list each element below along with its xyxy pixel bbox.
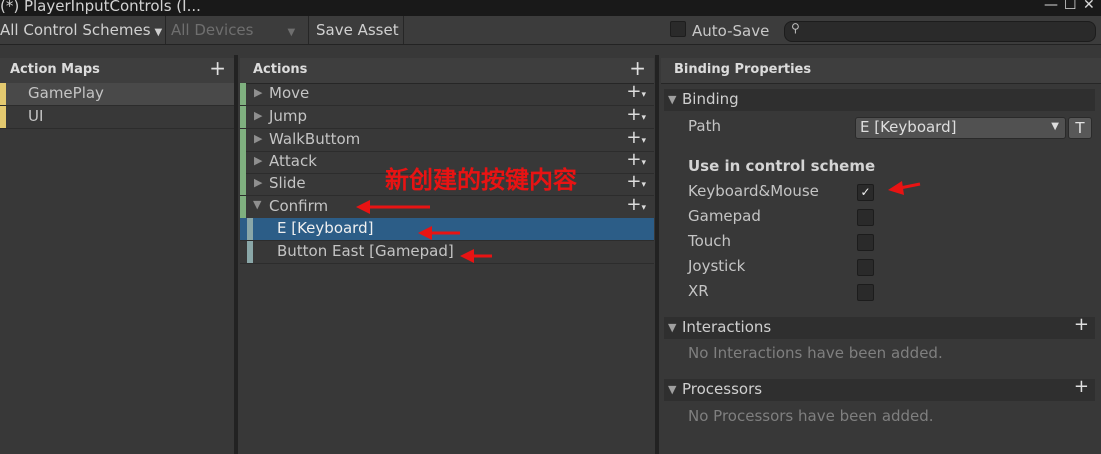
arrow-icon <box>460 249 492 263</box>
arrow-icon <box>888 181 921 195</box>
annotation-arrows <box>356 181 921 263</box>
arrow-icon <box>418 226 460 240</box>
arrow-icon <box>356 200 430 214</box>
